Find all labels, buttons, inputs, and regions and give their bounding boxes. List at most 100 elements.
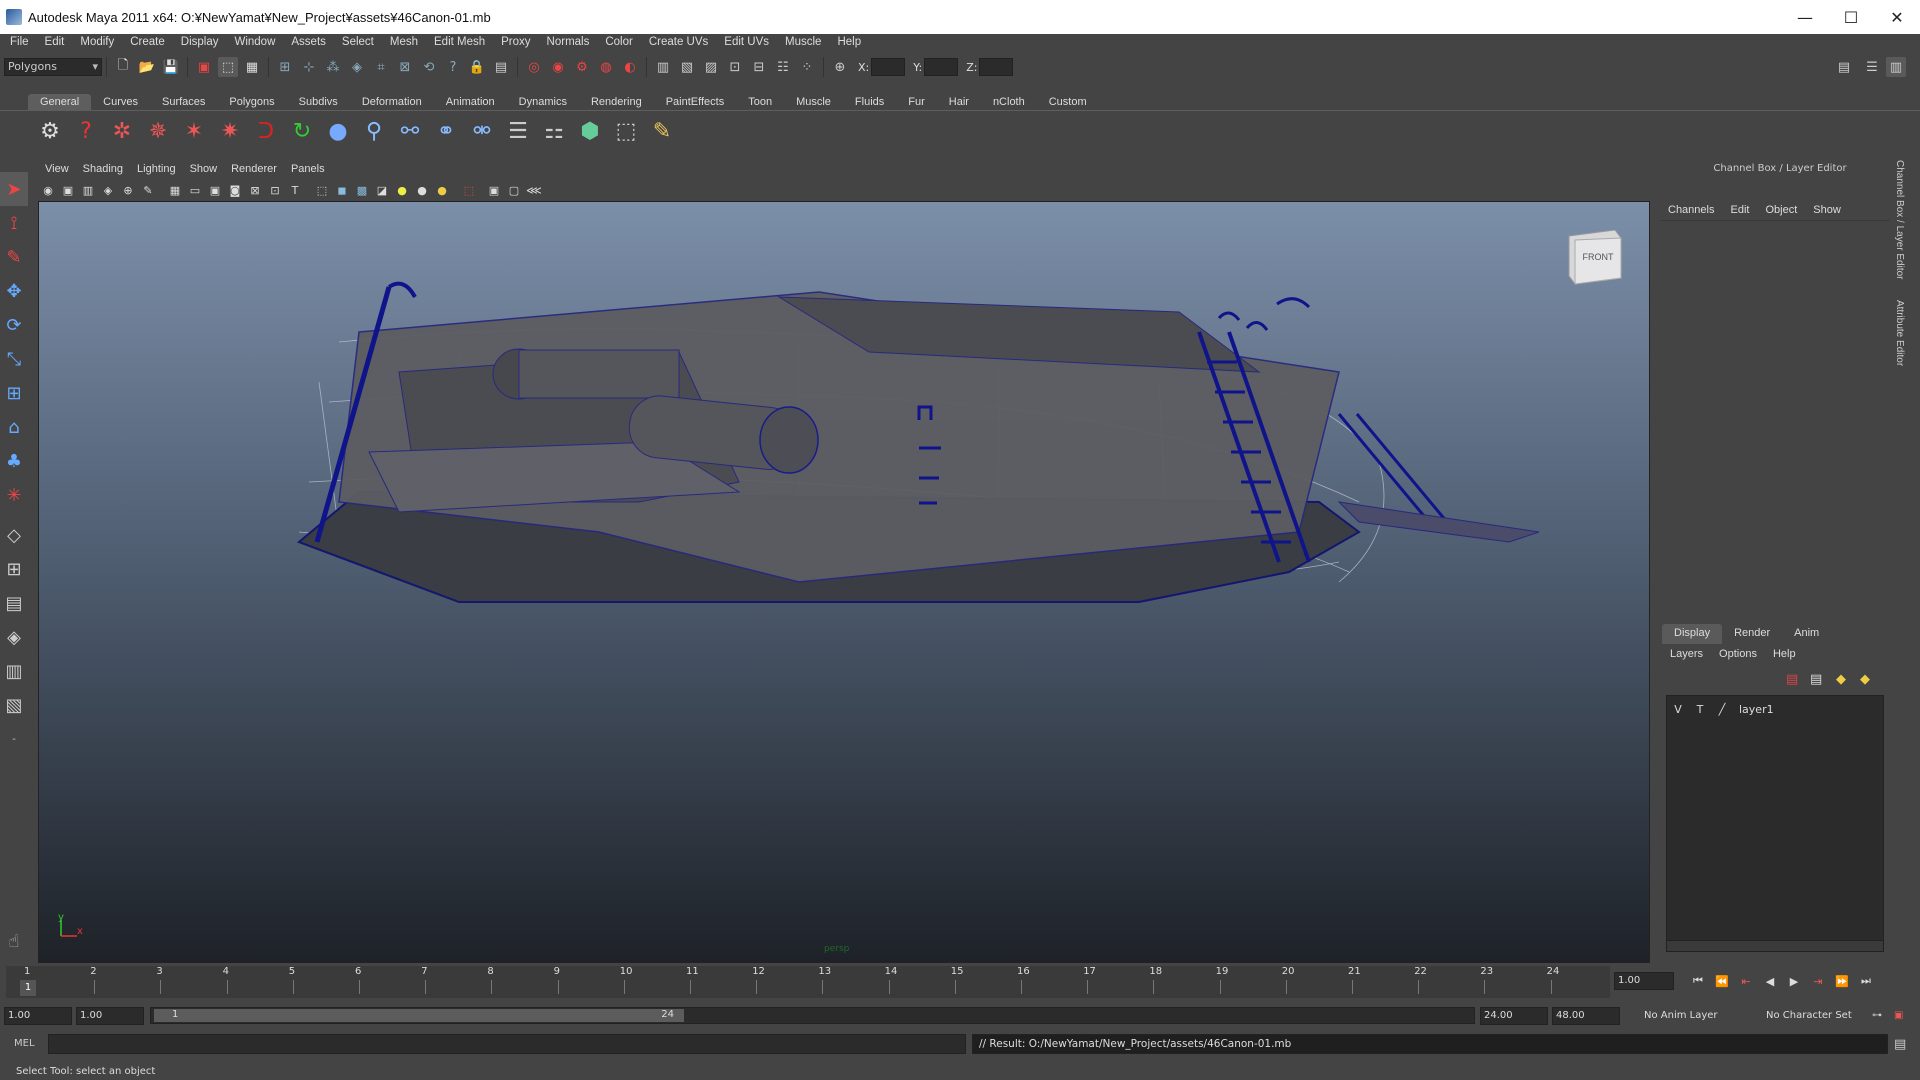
animation-preferences-icon[interactable]: ▣ [1894, 1007, 1903, 1025]
lock-icon[interactable]: 🔒 [467, 57, 487, 77]
xray-icon[interactable]: ▣ [485, 182, 503, 198]
camera-attributes-icon[interactable]: ▣ [59, 182, 77, 198]
shelf-tab-dynamics[interactable]: Dynamics [507, 94, 579, 110]
menu-assets[interactable]: Assets [283, 36, 334, 48]
playback-end-field[interactable]: 24.00 [1480, 1007, 1548, 1025]
layer-color-swatch[interactable]: ╱ [1711, 703, 1733, 716]
menu-normals[interactable]: Normals [539, 36, 598, 48]
layer-menu-help[interactable]: Help [1765, 648, 1804, 664]
menu-display[interactable]: Display [173, 36, 227, 48]
channel-box-menu-edit[interactable]: Edit [1722, 204, 1757, 216]
menu-create[interactable]: Create [122, 36, 173, 48]
layer-name[interactable]: layer1 [1739, 703, 1774, 716]
hypershade-layout-icon[interactable]: ▥ [0, 654, 28, 688]
wireframe-on-shaded-icon[interactable]: ▩ [353, 182, 371, 198]
rotate-tool-icon[interactable]: ⟳ [0, 308, 28, 342]
new-layer-selected-icon[interactable]: ▤ [1810, 672, 1822, 687]
render-settings-icon[interactable]: ⚙ [572, 57, 592, 77]
select-tool-icon[interactable]: ➤ [0, 172, 28, 206]
playback-start-field[interactable]: 1.00 [76, 1007, 144, 1025]
layer-tab-anim[interactable]: Anim [1782, 624, 1831, 644]
attribute-editor-toggle-icon[interactable]: ▤ [1834, 57, 1854, 77]
ipr-render-icon[interactable]: ◉ [548, 57, 568, 77]
channel-box-body[interactable] [1660, 220, 1890, 610]
layer-template-toggle[interactable]: T [1689, 703, 1711, 716]
menu-edit-uvs[interactable]: Edit UVs [716, 36, 777, 48]
channel-box-toggle-icon[interactable]: ▥ [1886, 57, 1906, 77]
channel-box-menu-channels[interactable]: Channels [1660, 204, 1722, 216]
smooth-shade-icon[interactable]: ◼ [333, 182, 351, 198]
shelf-show-hide-icon[interactable]: ✲ [106, 116, 138, 148]
tool-settings-toggle-icon[interactable]: ☰ [1862, 57, 1882, 77]
textured-icon[interactable]: ◪ [373, 182, 391, 198]
shelf-tab-painteffects[interactable]: PaintEffects [654, 94, 737, 110]
current-time-indicator[interactable]: 1 [20, 980, 36, 996]
menu-proxy[interactable]: Proxy [493, 36, 538, 48]
shelf-tab-animation[interactable]: Animation [434, 94, 507, 110]
snap-surface-icon[interactable]: ⌗ [371, 57, 391, 77]
shelf-joint-icon[interactable]: ⚲ [358, 116, 390, 148]
menu-window[interactable]: Window [226, 36, 283, 48]
share-icon[interactable]: ⋘ [525, 182, 543, 198]
snap-curve-icon[interactable]: ⊹ [299, 57, 319, 77]
attribute-options-icon[interactable]: ☷ [773, 57, 793, 77]
go-to-end-icon[interactable]: ⏭ [1854, 972, 1878, 990]
start-time-field[interactable]: 1.00 [4, 1007, 72, 1025]
viewport-menu-panels[interactable]: Panels [284, 163, 332, 175]
viewport-menu-shading[interactable]: Shading [76, 163, 130, 175]
shelf-hypergraph-icon[interactable]: ⚏ [538, 116, 570, 148]
move-layer-down-icon[interactable]: ◆ [1860, 672, 1870, 687]
go-to-start-icon[interactable]: ⏮ [1686, 972, 1710, 990]
move-tool-icon[interactable]: ✥ [0, 274, 28, 308]
auto-key-icon[interactable]: ⊶ [1872, 1007, 1882, 1025]
viewport-menu-renderer[interactable]: Renderer [224, 163, 284, 175]
particle-icon[interactable]: ⁘ [797, 57, 817, 77]
snap-live-icon[interactable]: ⊠ [395, 57, 415, 77]
side-tab-channel-box[interactable]: Channel Box / Layer Editor [1894, 160, 1905, 280]
history-icon[interactable]: ⟲ [419, 57, 439, 77]
field-chart-icon[interactable]: ⊠ [246, 182, 264, 198]
select-camera-icon[interactable]: ◉ [39, 182, 57, 198]
shelf-outliner-icon[interactable]: ☰ [502, 116, 534, 148]
new-layer-icon[interactable]: ▤ [1786, 672, 1798, 687]
close-button[interactable]: ✕ [1874, 0, 1920, 34]
lasso-tool-icon[interactable]: ⟟ [0, 206, 28, 240]
viewport-menu-show[interactable]: Show [183, 163, 225, 175]
menu-edit-mesh[interactable]: Edit Mesh [426, 36, 493, 48]
menu-mesh[interactable]: Mesh [382, 36, 426, 48]
show-manipulator-tool-icon[interactable]: ♣ [0, 444, 28, 478]
four-pane-layout-icon[interactable]: ⊞ [0, 552, 28, 586]
shelf-tab-deformation[interactable]: Deformation [350, 94, 434, 110]
universal-manipulator-icon[interactable]: ⊞ [0, 376, 28, 410]
help-icon[interactable]: ? [443, 57, 463, 77]
shelf-tab-custom[interactable]: Custom [1037, 94, 1099, 110]
anim-layer-dropdown[interactable]: No Anim Layer [1644, 1007, 1718, 1025]
shelf-gear-icon[interactable]: ⚙ [34, 116, 66, 148]
resolution-gate-icon[interactable]: ▣ [206, 182, 224, 198]
menu-file[interactable]: File [2, 36, 37, 48]
shelf-tab-hair[interactable]: Hair [937, 94, 981, 110]
isolate-select-icon[interactable]: ⬚ [460, 182, 478, 198]
range-slider-handle[interactable]: 1 24 [154, 1009, 684, 1022]
play-forwards-icon[interactable]: ▶ [1782, 972, 1806, 990]
view-cube[interactable]: FRONT [1561, 230, 1627, 286]
layer-row[interactable]: V T ╱ layer1 [1667, 700, 1883, 718]
shelf-paint-weights-icon[interactable]: ✵ [142, 116, 174, 148]
menu-modify[interactable]: Modify [72, 36, 122, 48]
layer-tab-render[interactable]: Render [1722, 624, 1782, 644]
open-scene-icon[interactable]: 📂 [137, 57, 157, 77]
show-manipulator-icon[interactable]: ▥ [653, 57, 673, 77]
paint-select-tool-icon[interactable]: ✎ [0, 240, 28, 274]
shelf-lasso-icon[interactable]: ᑐ [250, 116, 282, 148]
shelf-rotate-icon[interactable]: ↻ [286, 116, 318, 148]
default-lighting-icon[interactable]: ● [393, 182, 411, 198]
shelf-tab-rendering[interactable]: Rendering [579, 94, 654, 110]
grease-pencil-icon[interactable]: ✎ [139, 182, 157, 198]
layer-list-scrollbar[interactable] [1666, 940, 1884, 952]
end-time-field[interactable]: 48.00 [1552, 1007, 1620, 1025]
shelf-tab-fluids[interactable]: Fluids [843, 94, 896, 110]
film-gate-icon[interactable]: ▭ [186, 182, 204, 198]
scale-tool-icon[interactable]: ⤡ [0, 342, 28, 376]
last-tool-icon[interactable]: ✳ [0, 478, 28, 512]
channel-box-menu-object[interactable]: Object [1757, 204, 1805, 216]
